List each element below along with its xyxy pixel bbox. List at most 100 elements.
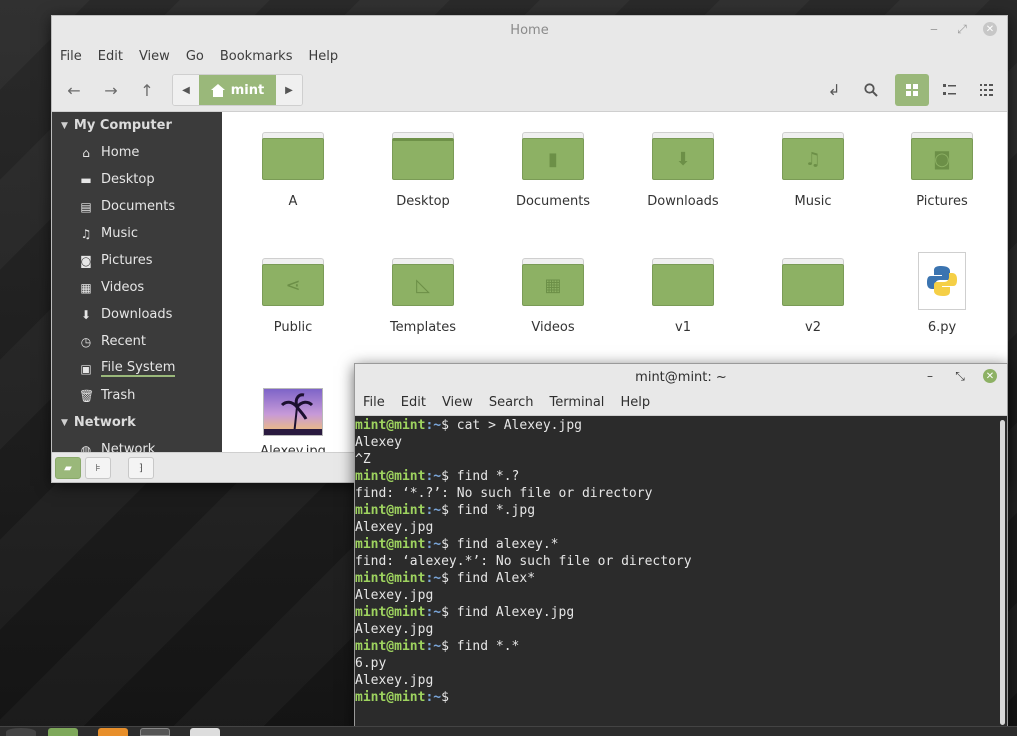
terminal-titlebar[interactable]: mint@mint: ~ – ⤡ ✕	[355, 364, 1007, 390]
sidebar-item-recent[interactable]: ◷ Recent	[52, 328, 222, 355]
command-text: find *.?	[456, 469, 520, 484]
folder-label: Music	[794, 194, 832, 209]
places-toggle-button[interactable]: ▰	[55, 457, 81, 479]
toggle-location-icon[interactable]: ↲	[817, 74, 851, 106]
terminal-output-line: ^Z	[355, 452, 371, 467]
folder-item[interactable]: ▦ Videos	[493, 258, 613, 335]
folder-item[interactable]: A	[233, 132, 353, 209]
folder-item[interactable]: ⬇ Downloads	[623, 132, 743, 209]
menu-terminal[interactable]: Terminal	[549, 395, 604, 410]
hide-sidebar-button[interactable]: ⁆	[128, 457, 154, 479]
taskbar-files-launcher[interactable]	[48, 728, 78, 736]
sidebar: ▼ My Computer ⌂ Home ▬ Desktop ▤ Documents …	[52, 112, 222, 457]
terminal-output[interactable]: mint@mint:~$ cat > Alexey.jpg Alexey ^Z min…	[355, 416, 997, 735]
file-manager-menubar: File Edit View Go Bookmarks Help	[52, 44, 1007, 68]
sidebar-item-label: Music	[101, 226, 138, 241]
file-item[interactable]: 6.py	[882, 252, 1002, 335]
compact-view-button[interactable]	[969, 74, 1003, 106]
path-crumb-home[interactable]: mint	[199, 75, 276, 105]
sidebar-item-documents[interactable]: ▤ Documents	[52, 193, 222, 220]
taskbar-firefox-launcher[interactable]	[98, 728, 128, 736]
sidebar-item-music[interactable]: ♫ Music	[52, 220, 222, 247]
menu-view[interactable]: View	[139, 49, 170, 64]
path-right-arrow-icon[interactable]: ▶	[276, 75, 302, 105]
terminal-scrollbar[interactable]	[1000, 420, 1005, 725]
minimize-icon[interactable]: ‒	[927, 22, 941, 36]
minimize-icon[interactable]: –	[923, 369, 937, 383]
icon-view-button[interactable]	[895, 74, 929, 106]
sidebar-item-label: Videos	[101, 280, 145, 295]
prompt-symbol: $	[441, 605, 457, 620]
sidebar-item-downloads[interactable]: ⬇ Downloads	[52, 301, 222, 328]
folder-item[interactable]: v1	[623, 258, 743, 335]
folder-label: A	[288, 194, 298, 209]
sidebar-item-label: Desktop	[101, 172, 155, 187]
command-text: find Alex*	[456, 571, 536, 586]
prompt-path: :~	[425, 605, 442, 620]
menu-edit[interactable]: Edit	[401, 395, 426, 410]
sidebar-section-network[interactable]: ▼ Network	[52, 409, 222, 436]
menu-help[interactable]: Help	[620, 395, 650, 410]
folder-item[interactable]: ♫ Music	[753, 132, 873, 209]
folder-item[interactable]: v2	[753, 258, 873, 335]
folder-label: v2	[805, 320, 821, 335]
folder-item[interactable]: ◺ Templates	[363, 258, 483, 335]
sidebar-item-desktop[interactable]: ▬ Desktop	[52, 166, 222, 193]
sidebar-item-file-system[interactable]: ▣ File System	[52, 355, 222, 382]
taskbar-window-button[interactable]	[190, 728, 220, 736]
sidebar-item-trash[interactable]: 🗑 Trash	[52, 382, 222, 409]
folder-label: Videos	[531, 320, 575, 335]
file-manager-titlebar[interactable]: Home ‒ ⤢ ✕	[52, 16, 1007, 44]
menu-file[interactable]: File	[60, 49, 82, 64]
folder-label: Documents	[515, 194, 591, 209]
desktop-folder-icon	[392, 132, 454, 180]
prompt-path: :~	[425, 571, 442, 586]
prompt-symbol: $	[441, 639, 457, 654]
folder-item[interactable]: ⋖ Public	[233, 258, 353, 335]
search-icon[interactable]	[854, 74, 888, 106]
folder-item[interactable]: Desktop	[363, 132, 483, 209]
command-text: cat > Alexey.jpg	[456, 418, 582, 433]
file-item[interactable]: Alexey.jpg	[233, 388, 353, 459]
list-view-button[interactable]	[932, 74, 966, 106]
file-label: 6.py	[927, 320, 957, 335]
sidebar-item-videos[interactable]: ▦ Videos	[52, 274, 222, 301]
up-arrow-icon[interactable]: ↑	[135, 78, 159, 102]
maximize-icon[interactable]: ⤢	[955, 22, 969, 36]
menu-go[interactable]: Go	[186, 49, 204, 64]
downloads-folder-icon: ⬇	[652, 132, 714, 180]
prompt-user: mint@mint	[355, 571, 426, 586]
forward-arrow-icon[interactable]: →	[99, 78, 123, 102]
folder-item[interactable]: ▮ Documents	[493, 132, 613, 209]
taskbar-terminal-launcher[interactable]	[140, 728, 170, 736]
command-text: find alexey.*	[456, 537, 559, 552]
terminal-window: mint@mint: ~ – ⤡ ✕ File Edit View Search…	[354, 363, 1008, 736]
sidebar-section-my-computer[interactable]: ▼ My Computer	[52, 112, 222, 139]
sidebar-item-pictures[interactable]: ◙ Pictures	[52, 247, 222, 274]
sidebar-item-home[interactable]: ⌂ Home	[52, 139, 222, 166]
menu-view[interactable]: View	[442, 395, 473, 410]
menu-help[interactable]: Help	[308, 49, 338, 64]
camera-icon: ◙	[80, 253, 92, 268]
menu-search[interactable]: Search	[489, 395, 534, 410]
folder-item[interactable]: ◙ Pictures	[882, 132, 1002, 209]
maximize-icon[interactable]: ⤡	[953, 369, 967, 383]
menu-file[interactable]: File	[363, 395, 385, 410]
film-icon: ▦	[80, 280, 92, 295]
menu-edit[interactable]: Edit	[98, 49, 123, 64]
prompt-path: :~	[425, 690, 442, 705]
menu-bookmarks[interactable]: Bookmarks	[220, 49, 293, 64]
image-file-icon	[263, 388, 323, 436]
tree-toggle-button[interactable]: ⊧	[85, 457, 111, 479]
terminal-command-line: mint@mint:~$	[355, 689, 997, 706]
prompt-user: mint@mint	[355, 690, 426, 705]
prompt-user: mint@mint	[355, 537, 426, 552]
menu-button[interactable]	[6, 728, 36, 736]
close-icon[interactable]: ✕	[983, 22, 997, 36]
path-left-arrow-icon[interactable]: ◀	[173, 75, 199, 105]
grid-icon	[906, 84, 918, 96]
close-icon[interactable]: ✕	[983, 369, 997, 383]
sidebar-section-label: Network	[73, 415, 136, 430]
python-file-icon	[918, 252, 966, 310]
back-arrow-icon[interactable]: ←	[62, 78, 86, 102]
